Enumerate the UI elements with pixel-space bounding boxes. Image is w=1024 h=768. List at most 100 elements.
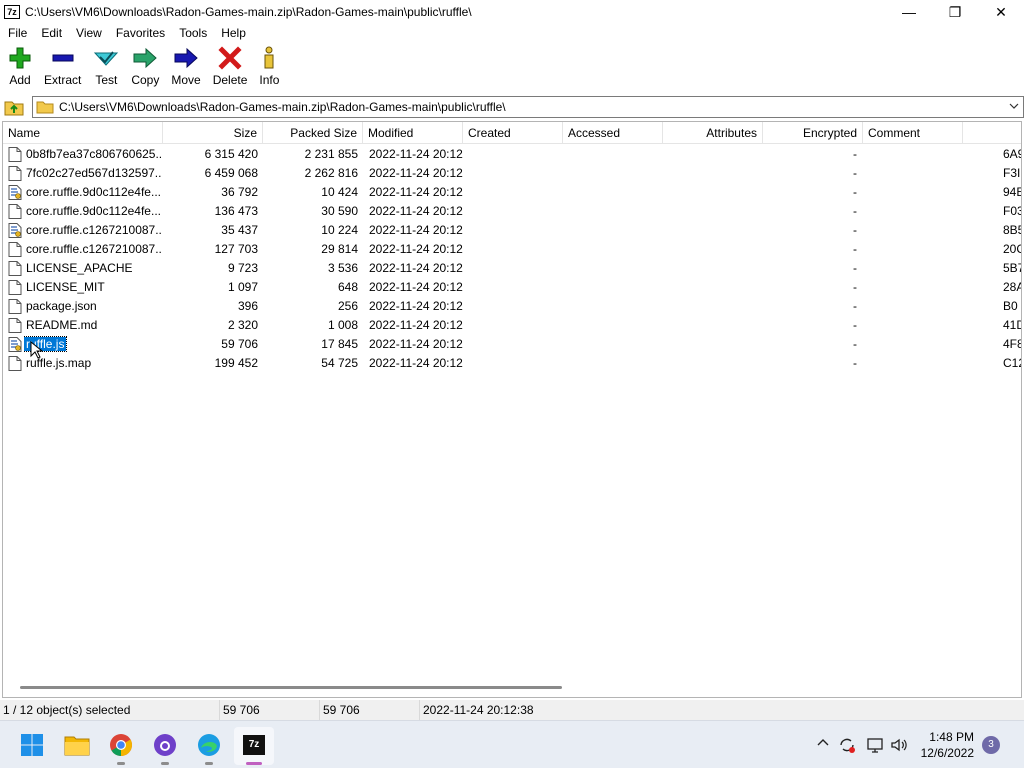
file-modified: 2022-11-24 20:12 [369, 354, 463, 373]
file-row[interactable]: LICENSE_APACHE 9 723 3 536 2022-11-24 20… [3, 259, 1022, 278]
horizontal-scrollbar[interactable] [4, 682, 1022, 696]
minimize-button[interactable]: — [886, 0, 932, 24]
sync-icon[interactable] [838, 736, 856, 754]
file-encrypted: - [763, 221, 857, 240]
delete-button[interactable]: Delete [207, 44, 254, 94]
file-row[interactable]: core.ruffle.9d0c112e4fe... 136 473 30 59… [3, 202, 1022, 221]
status-modified: 2022-11-24 20:12:38 [420, 700, 620, 720]
file-encrypted: - [763, 145, 857, 164]
test-button[interactable]: Test [87, 44, 125, 94]
7zip-active-indicator [246, 762, 262, 765]
file-icon [8, 147, 22, 162]
extract-button[interactable]: Extract [38, 44, 87, 94]
address-row: C:\Users\VM6\Downloads\Radon-Games-main.… [0, 96, 1024, 118]
clock-time: 1:48 PM [904, 729, 974, 745]
add-button[interactable]: Add [2, 44, 38, 94]
col-accessed[interactable]: Accessed [563, 122, 663, 144]
menu-help[interactable]: Help [213, 26, 252, 40]
file-crc: 8B5 [1003, 221, 1022, 240]
move-button[interactable]: Move [165, 44, 206, 94]
file-row[interactable]: core.ruffle.9d0c112e4fe... 36 792 10 424… [3, 183, 1022, 202]
file-row[interactable]: core.ruffle.c1267210087... 127 703 29 81… [3, 240, 1022, 259]
file-explorer-icon[interactable] [63, 731, 91, 759]
file-row[interactable]: package.json 396 256 2022-11-24 20:12 - … [3, 297, 1022, 316]
file-encrypted: - [763, 259, 857, 278]
menu-file[interactable]: File [0, 26, 33, 40]
file-crc: 4F8 [1003, 335, 1022, 354]
clock[interactable]: 1:48 PM 12/6/2022 [904, 729, 974, 761]
menu-favorites[interactable]: Favorites [108, 26, 171, 40]
file-name: package.json [24, 297, 162, 316]
plus-icon [8, 44, 32, 72]
up-folder-icon [4, 98, 24, 116]
chevron-down-icon[interactable] [1007, 100, 1021, 114]
file-encrypted: - [763, 335, 857, 354]
file-icon [8, 356, 22, 371]
file-row[interactable]: ruffle.js.map 199 452 54 725 2022-11-24 … [3, 354, 1022, 373]
copy-button[interactable]: Copy [125, 44, 165, 94]
file-row[interactable]: 7fc02c27ed567d132597.... 6 459 068 2 262… [3, 164, 1022, 183]
script-file-icon [8, 223, 22, 238]
file-size: 35 437 [163, 221, 258, 240]
file-packed-size: 17 845 [263, 335, 358, 354]
close-button[interactable]: ✕ [978, 0, 1024, 24]
col-modified[interactable]: Modified [363, 122, 463, 144]
file-modified: 2022-11-24 20:12 [369, 297, 463, 316]
col-size[interactable]: Size [163, 122, 263, 144]
clock-date: 12/6/2022 [904, 745, 974, 761]
file-row[interactable]: README.md 2 320 1 008 2022-11-24 20:12 -… [3, 316, 1022, 335]
scrollbar-thumb[interactable] [20, 686, 562, 689]
file-modified: 2022-11-24 20:12 [369, 202, 463, 221]
maximize-button[interactable]: ❐ [932, 0, 978, 24]
col-name[interactable]: Name [3, 122, 163, 144]
notification-badge[interactable]: 3 [982, 736, 1000, 754]
menu-edit[interactable]: Edit [33, 26, 68, 40]
col-created[interactable]: Created [463, 122, 563, 144]
file-size: 9 723 [163, 259, 258, 278]
up-folder-button[interactable] [4, 98, 24, 116]
copy-label: Copy [131, 73, 159, 87]
file-packed-size: 10 224 [263, 221, 358, 240]
github-desktop-icon[interactable] [151, 731, 179, 759]
file-icon [8, 280, 22, 295]
file-modified: 2022-11-24 20:12 [369, 183, 463, 202]
chevron-up-icon[interactable] [814, 736, 832, 754]
file-row[interactable]: core.ruffle.c1267210087... 35 437 10 224… [3, 221, 1022, 240]
file-row[interactable]: 0b8fb7ea37c806760625.... 6 315 420 2 231… [3, 145, 1022, 164]
7zip-taskbar-icon[interactable]: 7z [240, 731, 268, 759]
file-row[interactable]: ruffle.js 59 706 17 845 2022-11-24 20:12… [3, 335, 1022, 354]
delete-label: Delete [213, 73, 248, 87]
file-packed-size: 256 [263, 297, 358, 316]
7zip-app-icon[interactable]: 7z [4, 5, 20, 19]
windows-start-icon[interactable] [18, 731, 46, 759]
file-encrypted: - [763, 183, 857, 202]
column-header: Name Size Packed Size Modified Created A… [3, 122, 1022, 144]
menu-tools[interactable]: Tools [171, 26, 213, 40]
chrome-icon[interactable] [107, 731, 135, 759]
file-row[interactable]: LICENSE_MIT 1 097 648 2022-11-24 20:12 -… [3, 278, 1022, 297]
file-crc: B0 [1003, 297, 1022, 316]
col-packed-size[interactable]: Packed Size [263, 122, 363, 144]
edge-icon[interactable] [195, 731, 223, 759]
info-button[interactable]: Info [253, 44, 285, 94]
move-arrow-icon [173, 44, 199, 72]
file-crc: 5B7 [1003, 259, 1022, 278]
col-encrypted[interactable]: Encrypted [763, 122, 863, 144]
file-size: 36 792 [163, 183, 258, 202]
delete-x-icon [218, 44, 242, 72]
extract-label: Extract [44, 73, 81, 87]
file-name: 7fc02c27ed567d132597.... [24, 164, 162, 183]
file-list[interactable]: Name Size Packed Size Modified Created A… [2, 121, 1022, 698]
folder-icon [36, 100, 54, 114]
address-bar[interactable]: C:\Users\VM6\Downloads\Radon-Games-main.… [32, 96, 1024, 118]
file-icon [8, 261, 22, 276]
file-encrypted: - [763, 240, 857, 259]
col-attributes[interactable]: Attributes [663, 122, 763, 144]
file-encrypted: - [763, 297, 857, 316]
network-icon[interactable] [866, 736, 884, 754]
menu-view[interactable]: View [68, 26, 108, 40]
window-controls: — ❐ ✕ [886, 0, 1024, 24]
col-comment[interactable]: Comment [863, 122, 963, 144]
file-size: 136 473 [163, 202, 258, 221]
file-modified: 2022-11-24 20:12 [369, 278, 463, 297]
